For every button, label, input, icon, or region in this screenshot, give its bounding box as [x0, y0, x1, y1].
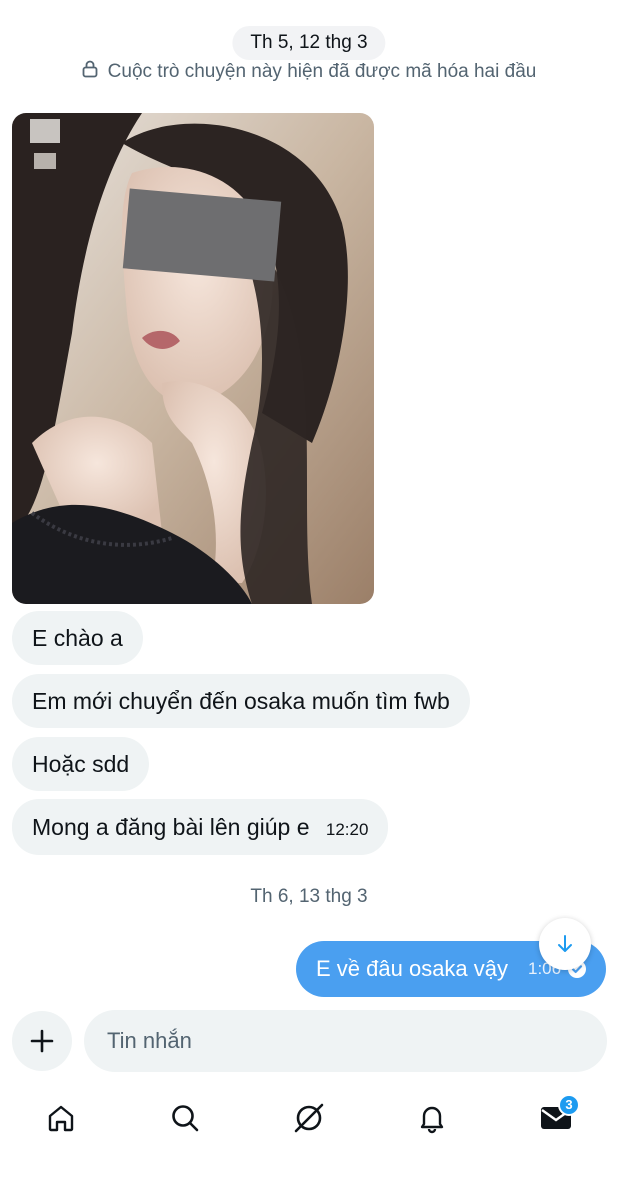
bell-icon: [420, 1106, 444, 1134]
date-pill: Th 5, 12 thg 3: [232, 26, 386, 60]
message-text: E chào a: [32, 625, 123, 651]
bottom-tab-bar: 3: [0, 1090, 618, 1150]
incoming-message[interactable]: Hoặc sdd: [12, 737, 150, 791]
incoming-message[interactable]: Em mới chuyển đến osaka muốn tìm fwb: [12, 674, 470, 728]
date-separator: Th 6, 13 thg 3: [250, 886, 368, 907]
message-text: E về đâu osaka vậy: [316, 956, 509, 981]
message-photo[interactable]: [12, 113, 374, 604]
scroll-to-bottom-button[interactable]: [539, 918, 591, 970]
message-time: 12:20: [325, 820, 369, 839]
lock-icon: [82, 60, 98, 84]
tab-search[interactable]: [155, 1090, 215, 1146]
tab-notifications[interactable]: [402, 1090, 462, 1146]
add-attachment-button[interactable]: [12, 1011, 72, 1071]
encryption-text: Cuộc trò chuyện này hiện đã được mã hóa …: [107, 61, 537, 82]
message-text: Hoặc sdd: [32, 751, 130, 777]
message-input-placeholder: Tin nhắn: [107, 1028, 192, 1053]
unread-badge: 3: [558, 1094, 580, 1116]
plus-icon: [30, 1029, 54, 1053]
message-text: Em mới chuyển đến osaka muốn tìm fwb: [32, 688, 450, 714]
search-icon: [172, 1105, 199, 1132]
tab-home[interactable]: [31, 1090, 91, 1146]
arrow-down-icon: [558, 935, 572, 952]
tab-grok[interactable]: [279, 1090, 339, 1146]
tab-messages[interactable]: 3: [526, 1090, 586, 1146]
encryption-notice[interactable]: Cuộc trò chuyện này hiện đã được mã hóa …: [0, 60, 618, 84]
grok-icon: [294, 1103, 324, 1133]
message-text: Mong a đăng bài lên giúp e: [32, 814, 310, 840]
message-input[interactable]: Tin nhắn: [84, 1010, 607, 1072]
incoming-message[interactable]: Mong a đăng bài lên giúp e 12:20: [12, 799, 389, 855]
home-icon: [48, 1105, 74, 1132]
incoming-message[interactable]: E chào a: [12, 611, 143, 665]
